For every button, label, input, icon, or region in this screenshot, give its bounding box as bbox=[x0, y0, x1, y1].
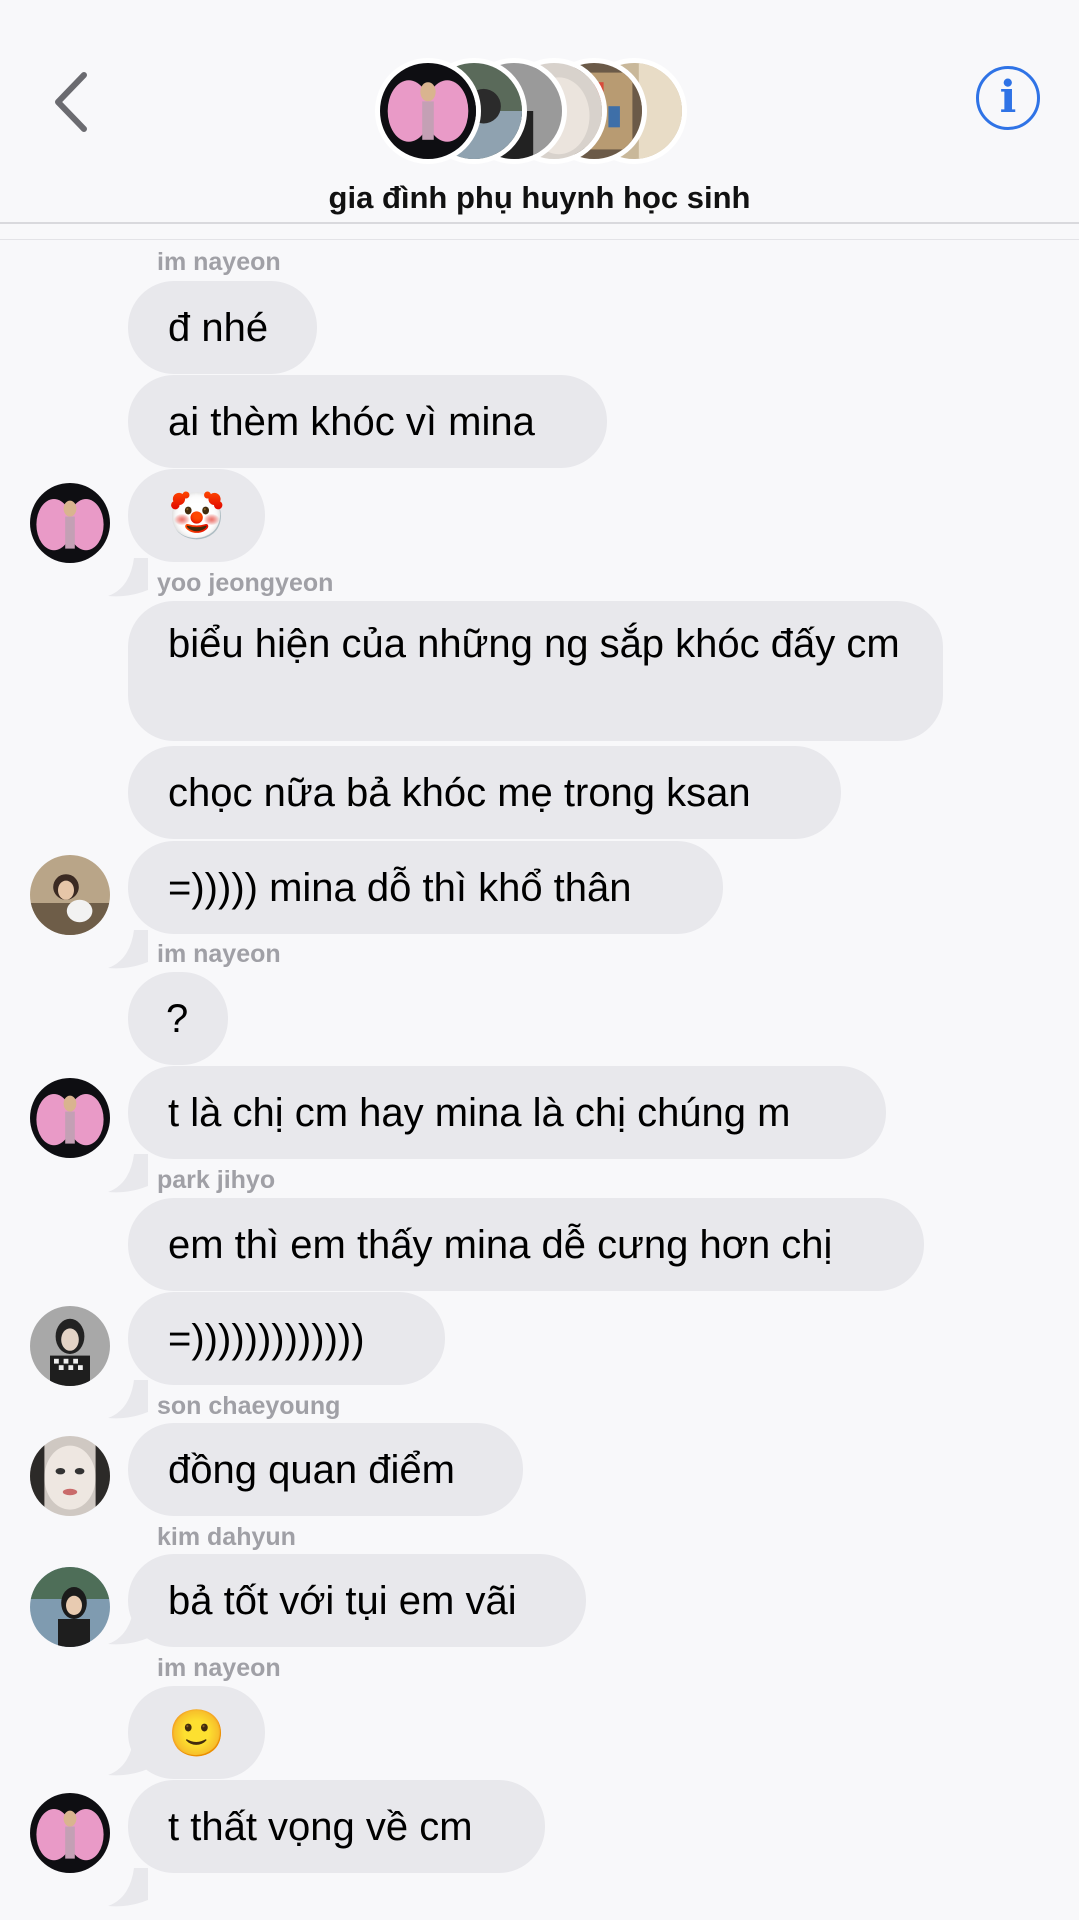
avatar-im-nayeon[interactable] bbox=[30, 483, 110, 563]
header-divider bbox=[0, 222, 1079, 224]
chevron-left-icon bbox=[55, 72, 87, 132]
group-avatar-1 bbox=[375, 58, 481, 164]
message-text: 🙂 bbox=[168, 1705, 226, 1760]
bubble-tail bbox=[108, 1868, 148, 1907]
message-text: t thất vọng về cm bbox=[168, 1804, 473, 1849]
message-bubble[interactable]: =))))))))))))) bbox=[128, 1292, 445, 1385]
message-bubble[interactable]: 🙂 bbox=[128, 1686, 265, 1779]
info-icon: i bbox=[999, 72, 1017, 123]
message-bubble[interactable]: t thất vọng về cm bbox=[128, 1780, 545, 1873]
message-bubble[interactable]: t là chị cm hay mina là chị chúng m bbox=[128, 1066, 886, 1159]
message-text: t là chị cm hay mina là chị chúng m bbox=[168, 1090, 791, 1135]
sender-name: yoo jeongyeon bbox=[157, 569, 334, 597]
sender-name: im nayeon bbox=[157, 940, 281, 968]
bubble-tail bbox=[108, 930, 148, 969]
sender-name: kim dahyun bbox=[157, 1523, 296, 1551]
sender-name: im nayeon bbox=[157, 1654, 281, 1682]
sender-name: son chaeyoung bbox=[157, 1392, 341, 1420]
group-title[interactable]: gia đình phụ huynh học sinh bbox=[0, 180, 1079, 216]
message-text: đồng quan điểm bbox=[168, 1447, 455, 1492]
message-text: đ nhé bbox=[168, 305, 269, 350]
chat-header: i gia đình phụ huynh học sinh bbox=[0, 0, 1079, 236]
avatar-im-nayeon[interactable] bbox=[30, 1078, 110, 1158]
bubble-tail bbox=[108, 1154, 148, 1193]
avatar-im-nayeon[interactable] bbox=[30, 1793, 110, 1873]
bubble-tail bbox=[108, 558, 148, 597]
info-button[interactable]: i bbox=[976, 66, 1040, 130]
message-text: ? bbox=[166, 996, 189, 1041]
message-text: =))))))))))))) bbox=[168, 1316, 365, 1361]
message-bubble[interactable]: biểu hiện của những ng sắp khóc đấy cm bbox=[128, 601, 943, 741]
message-text: biểu hiện của những ng sắp khóc đấy cm bbox=[168, 622, 900, 666]
bubble-tail bbox=[108, 1380, 148, 1419]
message-text: =))))) mina dỗ thì khổ thân bbox=[168, 865, 632, 910]
message-text: bả tốt với tụi em vãi bbox=[168, 1578, 517, 1623]
message-thread[interactable]: im nayeon đ nhé ai thèm khóc vì mina 🤡 y… bbox=[0, 240, 1079, 1920]
message-bubble[interactable]: đ nhé bbox=[128, 281, 317, 374]
avatar-yoo-jeongyeon[interactable] bbox=[30, 855, 110, 935]
avatar-son-chaeyoung[interactable] bbox=[30, 1436, 110, 1516]
message-text: em thì em thấy mina dễ cưng hơn chị bbox=[168, 1222, 833, 1267]
message-bubble[interactable]: =))))) mina dỗ thì khổ thân bbox=[128, 841, 723, 934]
avatar-park-jihyo[interactable] bbox=[30, 1306, 110, 1386]
message-bubble[interactable]: bả tốt với tụi em vãi bbox=[128, 1554, 586, 1647]
message-text: 🤡 bbox=[168, 488, 226, 543]
message-bubble[interactable]: chọc nữa bả khóc mẹ trong ksan bbox=[128, 746, 841, 839]
message-bubble[interactable]: 🤡 bbox=[128, 469, 265, 562]
message-bubble[interactable]: đồng quan điểm bbox=[128, 1423, 523, 1516]
back-button[interactable] bbox=[40, 62, 100, 142]
message-bubble[interactable]: em thì em thấy mina dễ cưng hơn chị bbox=[128, 1198, 924, 1291]
message-text: chọc nữa bả khóc mẹ trong ksan bbox=[168, 770, 751, 815]
message-text: ai thèm khóc vì mina bbox=[168, 399, 535, 444]
avatar-kim-dahyun[interactable] bbox=[30, 1567, 110, 1647]
message-bubble[interactable]: ai thèm khóc vì mina bbox=[128, 375, 607, 468]
sender-name: park jihyo bbox=[157, 1166, 276, 1194]
message-bubble[interactable]: ? bbox=[128, 972, 228, 1065]
sender-name: im nayeon bbox=[157, 248, 281, 276]
group-avatar-stack[interactable] bbox=[375, 58, 687, 168]
